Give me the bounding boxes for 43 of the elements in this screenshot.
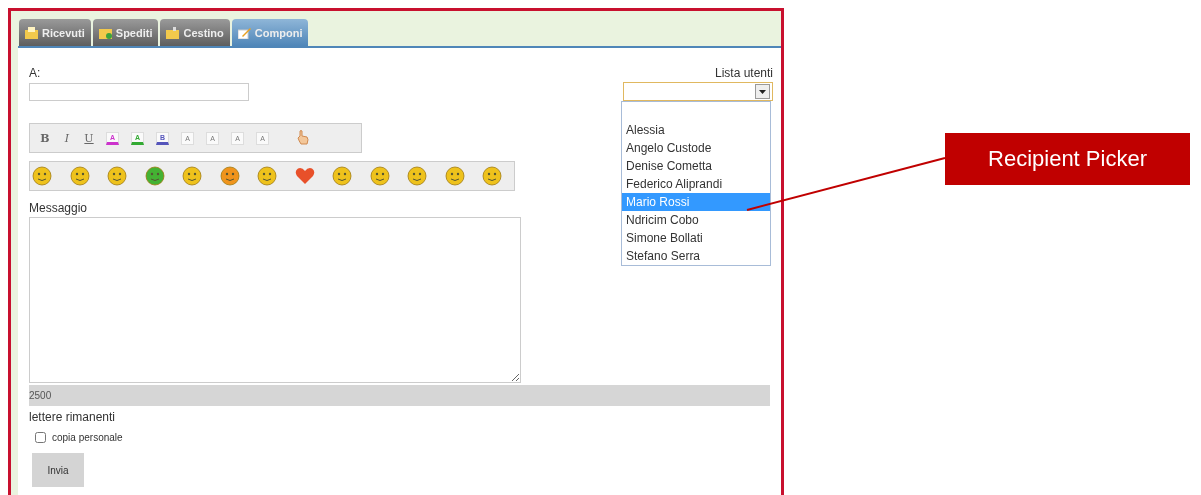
list-label: Lista utenti (714, 66, 773, 80)
smiley-icon[interactable] (369, 166, 390, 186)
tab[interactable]: Componi (231, 19, 309, 46)
send-button[interactable]: Invia (32, 453, 84, 487)
smiley-icon[interactable] (182, 166, 202, 186)
user-option[interactable]: Mario Rossi (622, 193, 770, 211)
tab[interactable]: Ricevuti (19, 19, 91, 46)
user-option[interactable]: Ndricim Cobo (622, 211, 770, 229)
smiley-icon[interactable] (69, 166, 90, 186)
smiley-icon[interactable] (332, 166, 352, 186)
user-option[interactable]: Denise Cometta (622, 157, 770, 175)
smiley-icon[interactable] (257, 166, 277, 186)
smiley-icon[interactable] (444, 166, 465, 186)
field-label: A: (29, 66, 42, 80)
character-counter: 2500 (29, 385, 770, 406)
tab[interactable]: Spediti (92, 19, 159, 46)
smiley-icon[interactable] (107, 166, 127, 186)
tab[interactable]: Cestino (160, 19, 230, 46)
bold-button[interactable]: B (34, 128, 56, 148)
italic-button[interactable]: I (56, 128, 78, 148)
pencil-icon (237, 26, 251, 39)
folder-icon (166, 26, 180, 39)
field-label: Messaggio (29, 201, 89, 215)
user-option[interactable]: Simone Bollati (622, 229, 770, 247)
user-option[interactable]: Stefano Serra (622, 247, 770, 265)
message-field[interactable] (29, 217, 521, 383)
user-option[interactable]: Angelo Custode (622, 139, 770, 157)
smiley-icon[interactable] (144, 166, 165, 186)
user-option[interactable]: Federico Aliprandi (622, 175, 770, 193)
smiley-icon[interactable] (219, 166, 240, 186)
checkbox[interactable] (35, 432, 46, 443)
checkbox-label: copia personale (52, 432, 123, 443)
folder-icon (98, 26, 112, 39)
counter-label: lettere rimanenti (29, 410, 117, 424)
underline-button[interactable]: U (78, 128, 100, 148)
recipient-field[interactable] (29, 83, 249, 101)
heart-icon[interactable] (294, 167, 315, 185)
callout-label: Recipient Picker (945, 133, 1190, 185)
smiley-icon[interactable] (482, 166, 502, 186)
user-option[interactable]: Alessia (622, 121, 770, 139)
smiley-icon[interactable] (32, 166, 52, 186)
folder-icon (25, 26, 38, 39)
smiley-icon[interactable] (407, 166, 427, 186)
